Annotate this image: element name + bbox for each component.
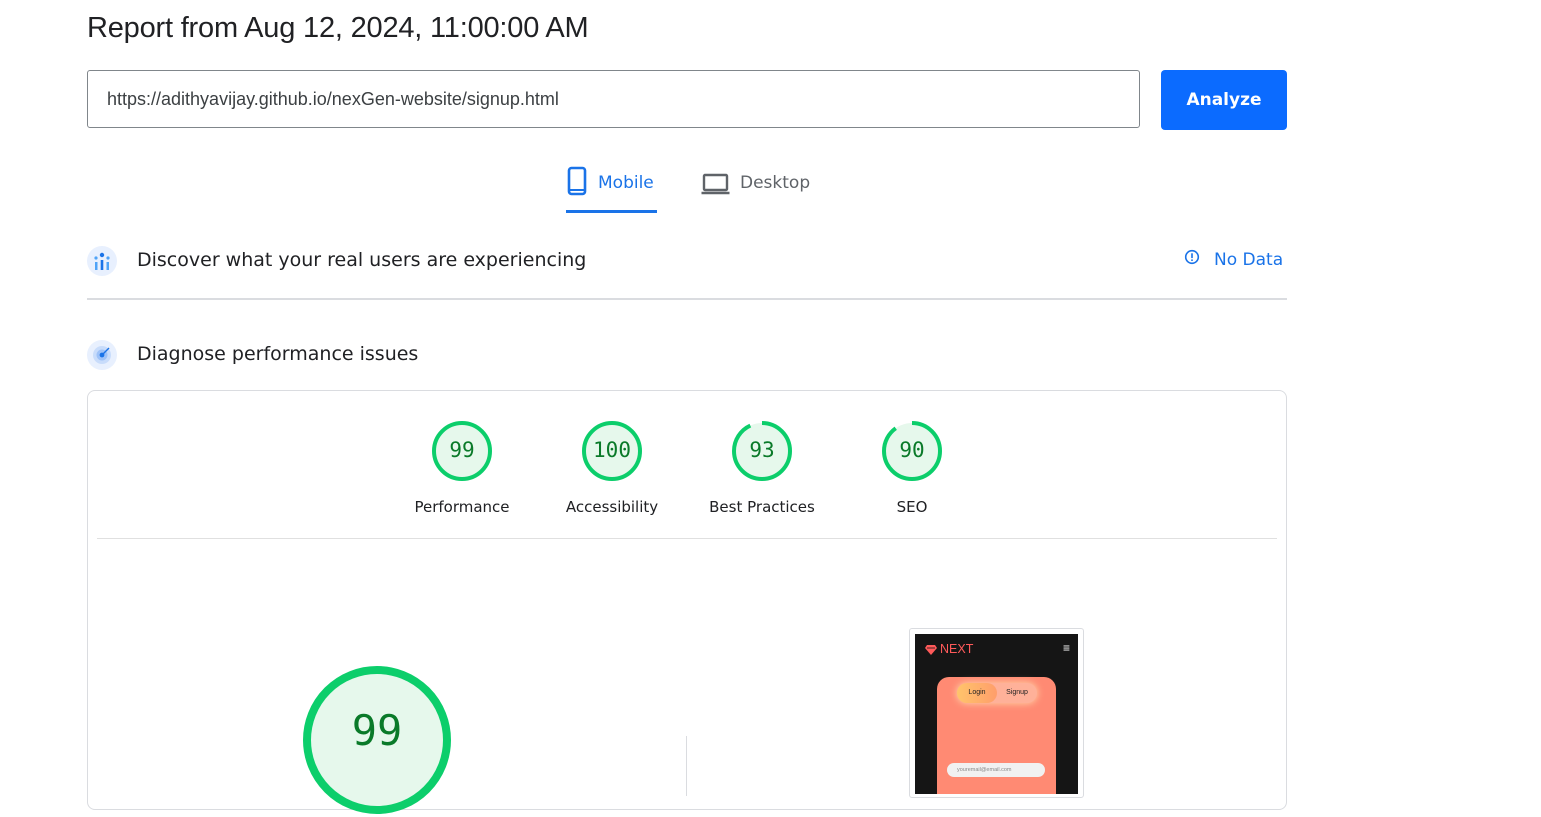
- score-label: Best Practices: [709, 498, 815, 516]
- analyze-button[interactable]: Analyze: [1161, 70, 1287, 130]
- tab-mobile-label: Mobile: [598, 173, 654, 193]
- preview-email-field: youremail@email.com: [947, 763, 1045, 777]
- users-chart-icon: [87, 246, 117, 276]
- score-gauge-accessibility[interactable]: 100 Accessibility: [537, 420, 687, 516]
- no-data-label: No Data: [1214, 249, 1284, 270]
- score-gauge-performance[interactable]: 99 Performance: [387, 420, 537, 516]
- phone-icon: [566, 166, 588, 201]
- field-data-title: Discover what your real users are experi…: [137, 249, 587, 271]
- score-gauge-best-practices[interactable]: 93 Best Practices: [687, 420, 837, 516]
- tab-desktop-label: Desktop: [740, 173, 811, 193]
- preview-toggle: Login Signup: [957, 683, 1037, 703]
- card-divider: [97, 538, 1277, 539]
- score-label: Accessibility: [565, 498, 659, 516]
- score-gauge-seo[interactable]: 90 SEO: [837, 420, 987, 516]
- preview-form-card: Login Signup youremail@email.com: [937, 677, 1056, 794]
- hamburger-menu-icon: ≡: [1062, 641, 1070, 655]
- preview-login-tab: Login: [957, 683, 997, 703]
- url-input[interactable]: [87, 70, 1140, 128]
- speed-gauge-icon: [87, 340, 117, 370]
- no-data-link[interactable]: No Data: [1184, 249, 1283, 270]
- score-label: Performance: [414, 498, 510, 516]
- tab-mobile[interactable]: Mobile: [566, 166, 657, 213]
- tab-desktop[interactable]: Desktop: [701, 166, 810, 213]
- section-divider: [87, 298, 1287, 300]
- score-value: 100: [593, 438, 631, 462]
- vertical-divider: [686, 736, 687, 796]
- score-value: 90: [899, 438, 925, 462]
- page-screenshot: NEXT ≡ Login Signup youremail@email.com: [915, 634, 1078, 794]
- score-label: SEO: [896, 498, 928, 516]
- score-value: 99: [449, 438, 475, 462]
- preview-signup-tab: Signup: [1006, 689, 1028, 696]
- preview-brand: NEXT: [925, 642, 973, 656]
- main-performance-score: 99: [351, 706, 403, 755]
- laptop-icon: [701, 166, 730, 201]
- info-icon: [1184, 249, 1200, 270]
- diagnose-title: Diagnose performance issues: [137, 343, 419, 365]
- score-value: 93: [749, 438, 775, 462]
- report-title: Report from Aug 12, 2024, 11:00:00 AM: [87, 12, 589, 44]
- preview-brand-label: NEXT: [940, 642, 974, 656]
- diamond-icon: [925, 644, 937, 655]
